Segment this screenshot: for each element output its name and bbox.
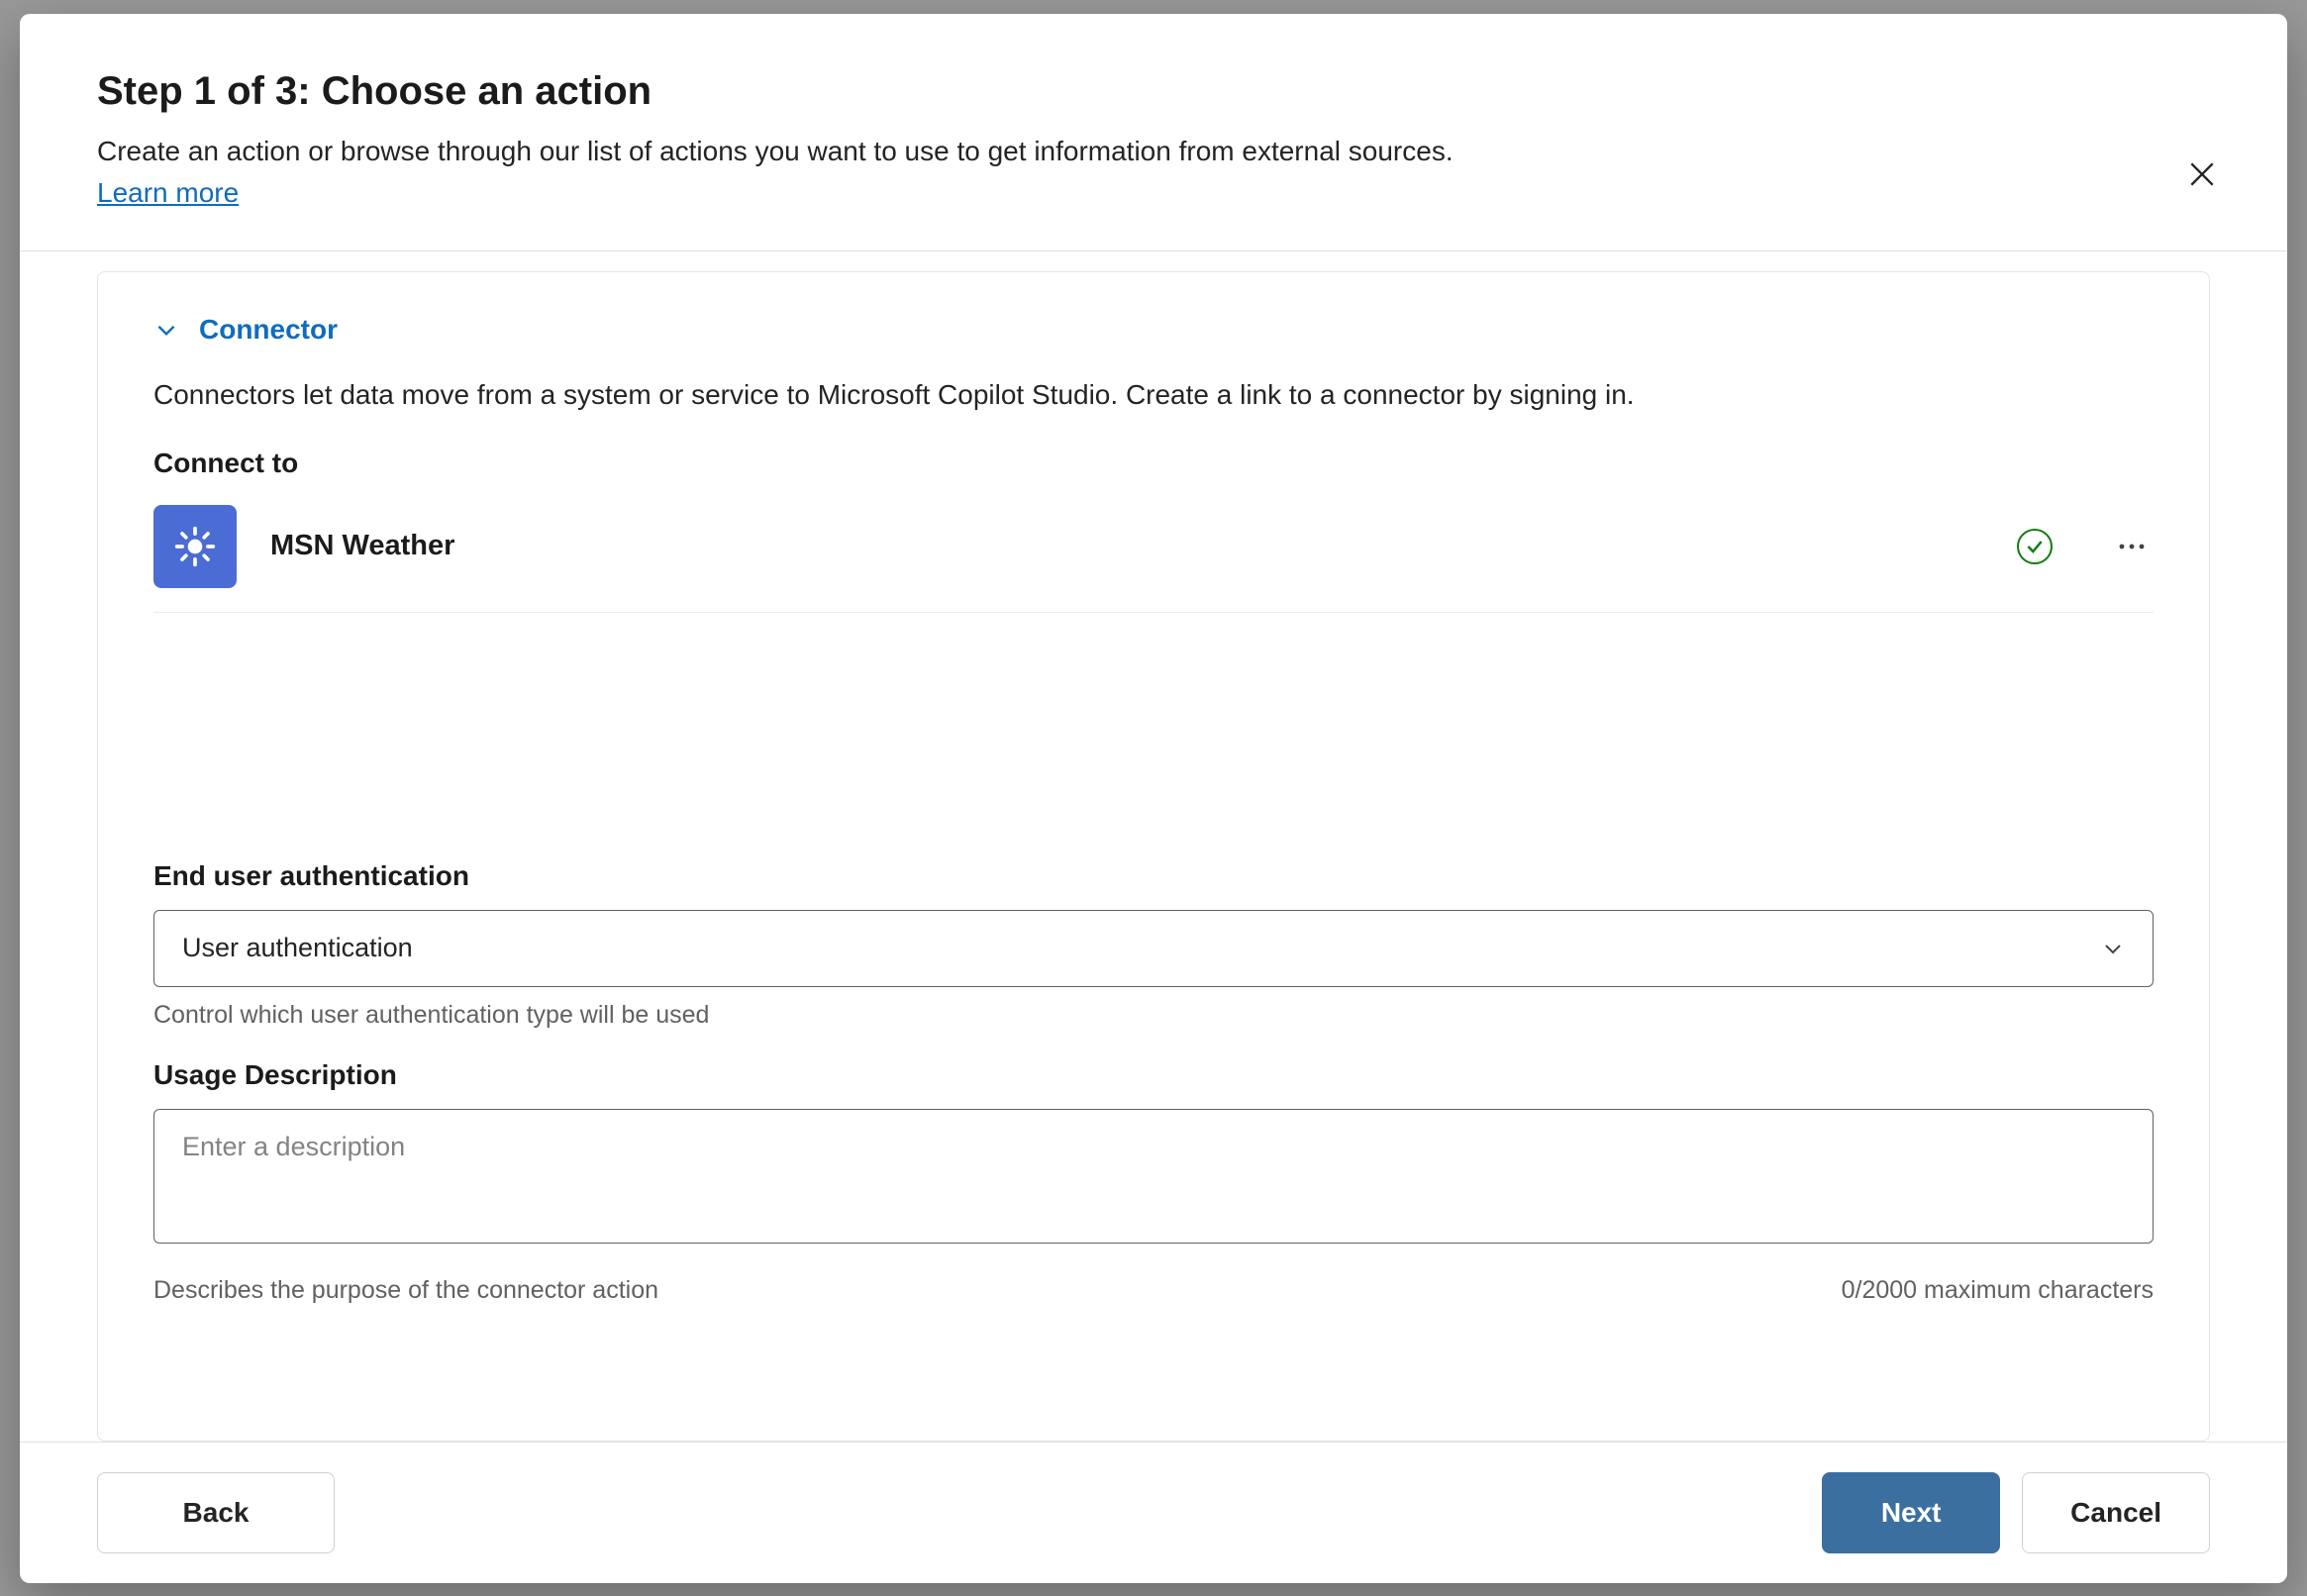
dialog-footer: Back Next Cancel [20,1442,2287,1583]
close-button[interactable] [2180,152,2224,196]
back-button[interactable]: Back [97,1472,335,1553]
dialog-subtitle: Create an action or browse through our l… [97,132,2210,172]
close-icon [2186,158,2218,190]
connector-item: MSN Weather [153,497,2154,613]
auth-label: End user authentication [153,860,2154,892]
auth-select[interactable]: User authentication [153,910,2154,987]
learn-more-link[interactable]: Learn more [97,177,239,209]
connector-more-button[interactable] [2110,525,2154,568]
sun-icon [173,525,217,568]
auth-form-group: End user authentication User authenticat… [153,860,2154,1030]
dialog-body: Connector Connectors let data move from … [20,251,2287,1441]
usage-form-group: Usage Description Describes the purpose … [153,1059,2154,1305]
connector-app-icon [153,505,237,588]
dialog-header: Step 1 of 3: Choose an action Create an … [20,14,2287,252]
connector-section-description: Connectors let data move from a system o… [153,375,2154,416]
connector-card: Connector Connectors let data move from … [97,271,2210,1441]
auth-helper: Control which user authentication type w… [153,1001,2154,1030]
connector-status-badge [2017,529,2053,564]
usage-helper: Describes the purpose of the connector a… [153,1276,658,1305]
usage-label: Usage Description [153,1059,2154,1091]
checkmark-icon [2025,537,2045,556]
connect-to-label: Connect to [153,448,2154,479]
connector-section-toggle[interactable]: Connector [153,314,2154,346]
chevron-down-icon [153,317,179,343]
usage-textarea[interactable] [153,1109,2154,1244]
connector-name: MSN Weather [270,530,1983,562]
auth-select-value: User authentication [182,933,413,963]
cancel-button[interactable]: Cancel [2022,1472,2210,1553]
chevron-down-icon [2101,937,2125,960]
usage-char-counter: 0/2000 maximum characters [1842,1276,2154,1305]
next-button[interactable]: Next [1822,1472,2000,1553]
dialog-choose-action: Step 1 of 3: Choose an action Create an … [20,14,2287,1583]
dialog-title: Step 1 of 3: Choose an action [97,69,2210,114]
connector-section-heading: Connector [199,314,338,346]
more-horizontal-icon [2118,543,2146,550]
